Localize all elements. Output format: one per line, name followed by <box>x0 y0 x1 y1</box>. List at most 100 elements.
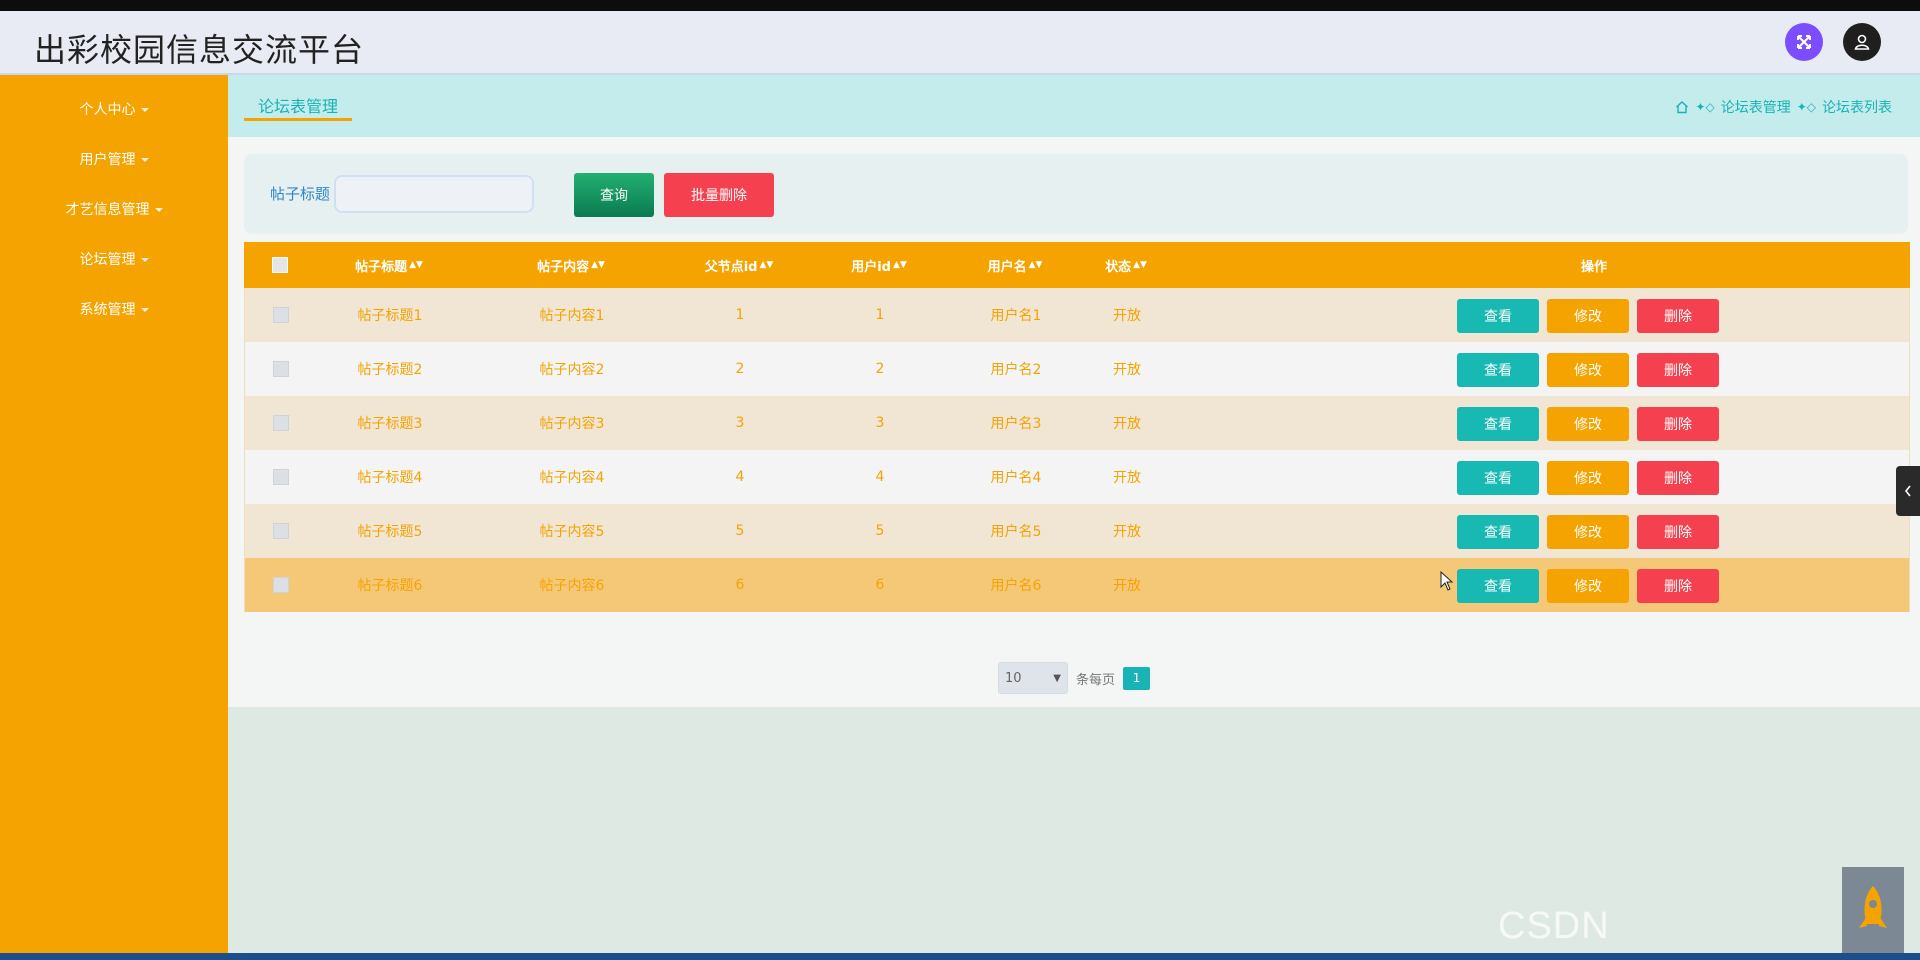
cell-parentid: 3 <box>735 415 745 431</box>
edit-button[interactable]: 修改 <box>1547 299 1629 333</box>
column-header-label: 用户id <box>851 259 891 275</box>
query-button[interactable]: 查询 <box>574 173 654 217</box>
view-button[interactable]: 查看 <box>1457 353 1539 387</box>
row-checkbox[interactable] <box>273 415 289 431</box>
row-checkbox-cell <box>265 342 297 396</box>
cell-content: 帖子内容2 <box>539 362 605 378</box>
column-header-status[interactable]: 状态 ▲▼ <box>1066 242 1186 288</box>
sidebar-item-label: 个人中心 <box>79 102 136 118</box>
sidebar-item-label: 系统管理 <box>79 302 136 318</box>
view-button[interactable]: 查看 <box>1457 461 1539 495</box>
search-input[interactable] <box>334 175 534 213</box>
view-button[interactable]: 查看 <box>1457 569 1539 603</box>
view-button[interactable]: 查看 <box>1457 299 1539 333</box>
cell-userid: 3 <box>875 415 885 431</box>
search-label: 帖子标题 <box>270 185 331 203</box>
tab-bar: 论坛表管理 ✦◇ 论坛表管理 ✦◇ 论坛表列表 <box>228 75 1920 137</box>
caret-down-icon <box>140 258 149 262</box>
delete-button[interactable]: 删除 <box>1637 569 1719 603</box>
cell-parentid: 2 <box>735 361 745 377</box>
app-title: 出彩校园信息交流平台 <box>34 31 365 69</box>
sidebar-item-user-management[interactable]: 用户管理 <box>0 149 228 173</box>
column-header-actions: 操作 <box>1444 242 1744 288</box>
pagination: 10 ▼ 条每页 1 <box>998 662 1151 694</box>
select-all-cell <box>264 242 296 288</box>
cell-title: 帖子标题5 <box>357 524 423 540</box>
row-checkbox-cell <box>265 450 297 504</box>
cell-parentid: 5 <box>735 523 745 539</box>
sort-icon: ▲▼ <box>1028 260 1043 270</box>
breadcrumb: ✦◇ 论坛表管理 ✦◇ 论坛表列表 <box>1675 97 1892 117</box>
side-panel-toggle[interactable] <box>1896 466 1920 516</box>
select-all-checkbox[interactable] <box>272 257 288 273</box>
edit-button[interactable]: 修改 <box>1547 461 1629 495</box>
cell-title: 帖子标题6 <box>357 578 423 594</box>
row-checkbox[interactable] <box>273 361 289 377</box>
sidebar-item-forum-management[interactable]: 论坛管理 <box>0 249 228 273</box>
view-button[interactable]: 查看 <box>1457 407 1539 441</box>
row-checkbox[interactable] <box>273 307 289 323</box>
cell-userid: 6 <box>875 577 885 593</box>
column-header-userid[interactable]: 用户id ▲▼ <box>804 242 954 288</box>
sort-icon: ▲▼ <box>892 260 907 270</box>
page-size-select[interactable]: 10 ▼ <box>998 662 1068 694</box>
breadcrumb-item[interactable]: 论坛表管理 <box>1721 97 1791 117</box>
header: 出彩校园信息交流平台 <box>0 11 1920 75</box>
edit-button[interactable]: 修改 <box>1547 515 1629 549</box>
sort-icon: ▲▼ <box>1133 260 1147 270</box>
delete-button[interactable]: 删除 <box>1637 353 1719 387</box>
edit-button[interactable]: 修改 <box>1547 569 1629 603</box>
sidebar-item-personal-center[interactable]: 个人中心 <box>0 99 228 123</box>
row-checkbox-cell <box>265 396 297 450</box>
table-row: 帖子标题1 帖子内容1 1 1 用户名1 开放 查看 修改 删除 <box>244 288 1910 342</box>
column-header-title[interactable]: 帖子标题 ▲▼ <box>304 242 474 288</box>
cell-status: 开放 <box>1113 308 1141 324</box>
fullscreen-button[interactable] <box>1785 23 1823 61</box>
delete-button[interactable]: 删除 <box>1637 407 1719 441</box>
cell-parentid: 6 <box>735 577 745 593</box>
delete-button[interactable]: 删除 <box>1637 515 1719 549</box>
page-size-value: 10 <box>1005 670 1022 686</box>
caret-down-icon <box>140 308 149 312</box>
cell-content: 帖子内容3 <box>539 416 605 432</box>
view-button[interactable]: 查看 <box>1457 515 1539 549</box>
table-row: 帖子标题2 帖子内容2 2 2 用户名2 开放 查看 修改 删除 <box>244 342 1910 396</box>
user-menu-button[interactable] <box>1843 23 1881 61</box>
cell-status: 开放 <box>1113 362 1141 378</box>
column-header-label: 父节点id <box>704 259 758 275</box>
sidebar-item-label: 论坛管理 <box>79 252 136 268</box>
column-header-content[interactable]: 帖子内容 ▲▼ <box>486 242 656 288</box>
cell-content: 帖子内容5 <box>539 524 605 540</box>
delete-button[interactable]: 删除 <box>1637 461 1719 495</box>
row-checkbox[interactable] <box>273 469 289 485</box>
breadcrumb-separator-icon: ✦◇ <box>1695 100 1715 114</box>
forum-table: 帖子标题 ▲▼ 帖子内容 ▲▼ 父节点id ▲▼ 用户id ▲▼ 用户名 ▲▼ 状态 ▲▼ … <box>244 242 1910 612</box>
cell-userid: 1 <box>875 307 885 323</box>
cell-title: 帖子标题3 <box>357 416 423 432</box>
column-header-label: 帖子标题 <box>355 259 408 275</box>
row-checkbox[interactable] <box>273 523 289 539</box>
page-number-button[interactable]: 1 <box>1123 666 1151 690</box>
sidebar-item-talent-info[interactable]: 才艺信息管理 <box>0 199 228 223</box>
row-checkbox[interactable] <box>273 577 289 593</box>
chevron-down-icon: ▼ <box>1053 672 1061 684</box>
table-row: 帖子标题3 帖子内容3 3 3 用户名3 开放 查看 修改 删除 <box>244 396 1910 450</box>
home-icon[interactable] <box>1675 100 1689 114</box>
batch-delete-button[interactable]: 批量删除 <box>664 173 774 217</box>
sidebar-item-label: 才艺信息管理 <box>65 202 150 218</box>
per-page-text: 条每页 <box>1076 672 1116 688</box>
sort-icon: ▲▼ <box>759 260 774 270</box>
sidebar-item-system-management[interactable]: 系统管理 <box>0 299 228 323</box>
tab-forum-management[interactable]: 论坛表管理 <box>244 93 353 121</box>
column-header-label: 状态 <box>1105 259 1132 275</box>
sidebar: 个人中心 用户管理 才艺信息管理 论坛管理 系统管理 <box>0 75 228 953</box>
breadcrumb-separator-icon: ✦◇ <box>1796 100 1816 114</box>
user-icon <box>1854 34 1870 50</box>
edit-button[interactable]: 修改 <box>1547 353 1629 387</box>
column-header-parentid[interactable]: 父节点id ▲▼ <box>664 242 814 288</box>
chevron-left-icon <box>1904 485 1911 497</box>
main: 论坛表管理 ✦◇ 论坛表管理 ✦◇ 论坛表列表 帖子标题 查询 批量删除 帖子标… <box>228 75 1920 953</box>
cell-status: 开放 <box>1113 416 1141 432</box>
edit-button[interactable]: 修改 <box>1547 407 1629 441</box>
delete-button[interactable]: 删除 <box>1637 299 1719 333</box>
